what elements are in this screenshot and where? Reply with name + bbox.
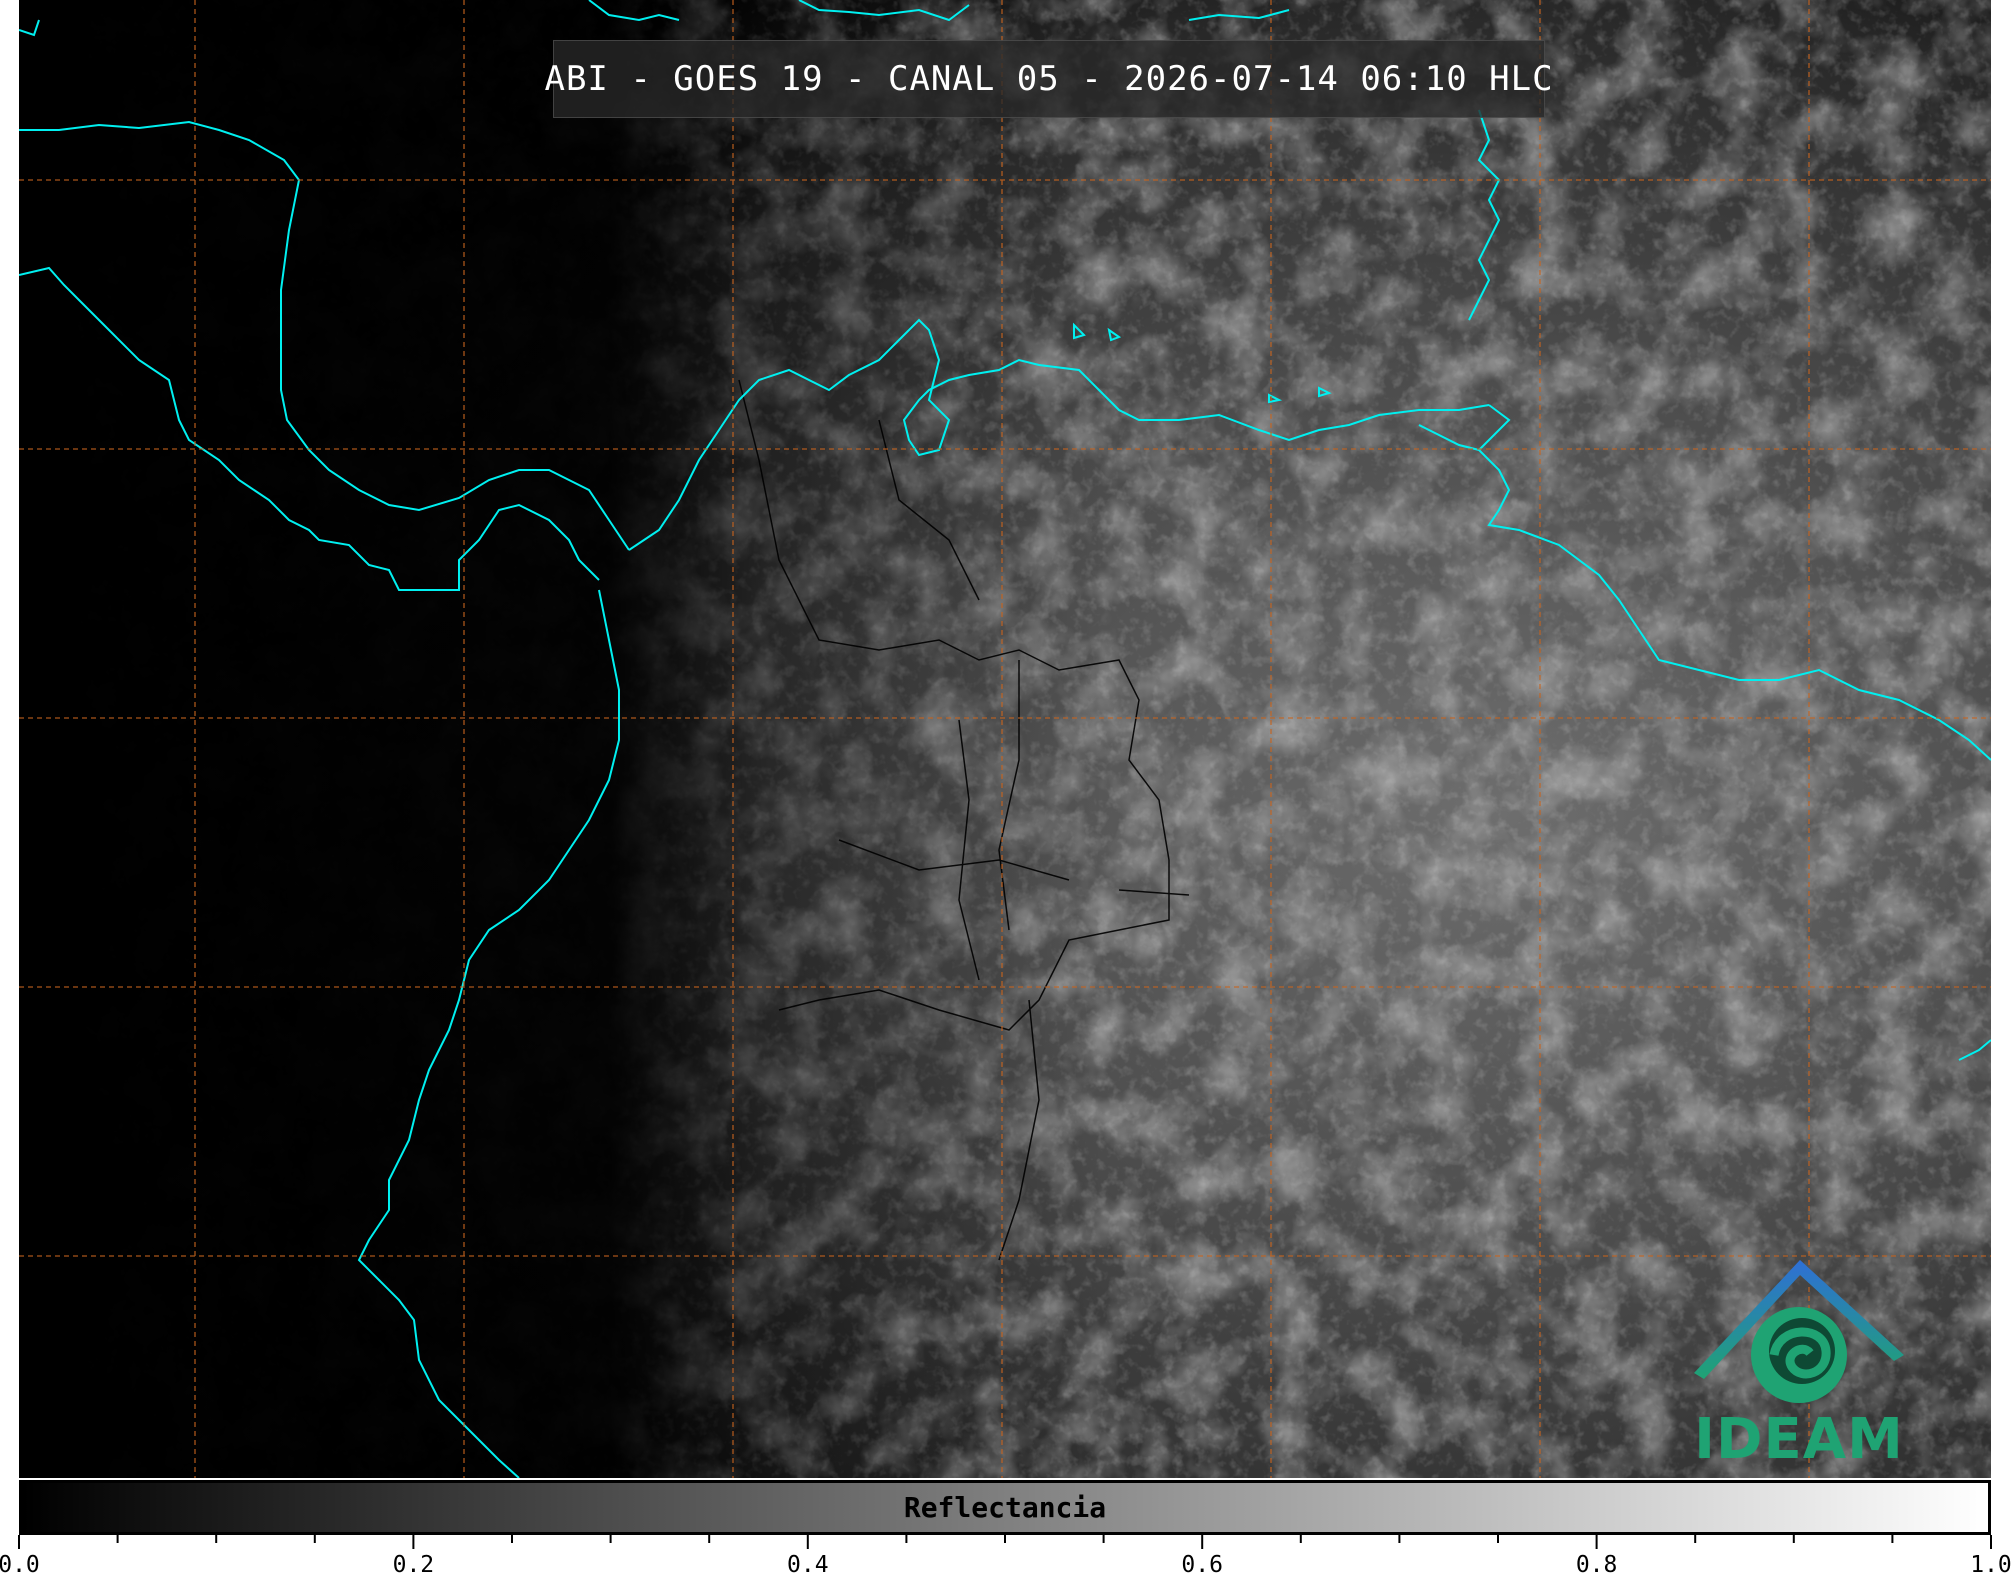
satellite-image: ABI - GOES 19 - CANAL 05 - 2026-07-14 06…: [19, 0, 1991, 1478]
reflectance-colorbar: Reflectancia: [19, 1480, 1991, 1535]
colorbar-tick-label: 0.8: [1575, 1552, 1618, 1578]
colorbar-ticks: [18, 1535, 1992, 1549]
ideam-logo-icon: [1694, 1260, 1904, 1403]
colorbar-tick-label: 0.0: [0, 1552, 40, 1578]
colorbar-label: Reflectancia: [903, 1491, 1107, 1524]
colorbar-tick-label: 0.6: [1181, 1552, 1223, 1578]
ideam-logo: IDEAM: [1684, 1255, 1914, 1475]
ideam-logo-text: IDEAM: [1694, 1407, 1904, 1472]
colorbar-tick-label: 1.0: [1970, 1552, 2011, 1578]
image-title: ABI - GOES 19 - CANAL 05 - 2026-07-14 06…: [544, 40, 1553, 118]
colorbar-tick-label: 0.2: [392, 1552, 435, 1578]
colorbar-tick-label: 0.4: [787, 1552, 829, 1578]
